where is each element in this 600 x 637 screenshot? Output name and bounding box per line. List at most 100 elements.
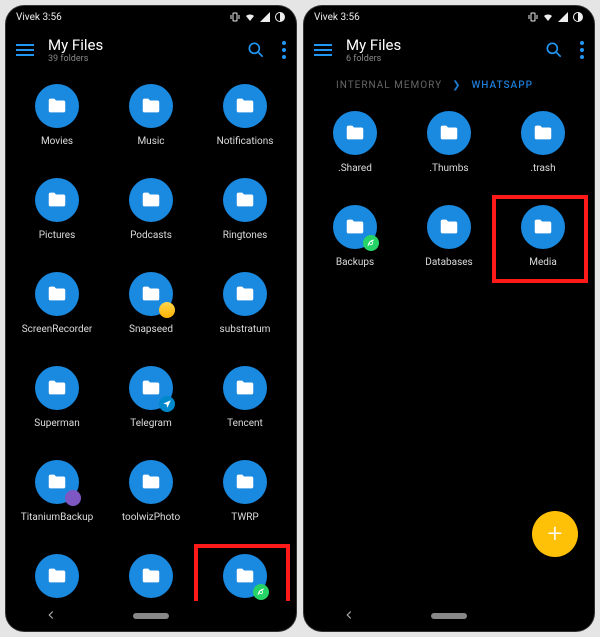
- folder-label: Backups: [336, 257, 374, 268]
- folder-icon: [223, 460, 267, 504]
- folder-icon: [223, 178, 267, 222]
- folder-label: toolwizPhoto: [122, 512, 180, 523]
- vibrate-icon: [527, 11, 539, 23]
- breadcrumb: INTERNAL MEMORY ❯ WHATSAPP: [304, 72, 594, 99]
- folder-item[interactable]: Media: [496, 199, 590, 289]
- folder-icon: [35, 178, 79, 222]
- folder-item[interactable]: Backups: [308, 199, 402, 289]
- folder-icon: [35, 366, 79, 410]
- folder-label: Tencent: [227, 418, 263, 429]
- folder-label: Ringtones: [223, 230, 268, 241]
- folder-item[interactable]: Snapseed: [104, 266, 198, 356]
- folder-item[interactable]: Tencent: [198, 360, 292, 450]
- folder-item[interactable]: .Thumbs: [402, 105, 496, 195]
- more-icon[interactable]: [282, 41, 286, 59]
- status-user: Vivek: [314, 12, 338, 23]
- content-left: Movies Music Notifications Pictures Podcasts…: [6, 72, 296, 601]
- blue-badge-icon: [159, 396, 175, 412]
- folder-label: substratum: [220, 324, 271, 335]
- folder-label: ScreenRecorder: [22, 324, 93, 335]
- app-subtitle: 39 folders: [48, 54, 246, 64]
- green-badge-icon: [253, 584, 269, 600]
- folder-icon: [223, 84, 267, 128]
- menu-icon[interactable]: [16, 44, 36, 56]
- folder-icon: [129, 366, 173, 410]
- folder-icon: [35, 84, 79, 128]
- breadcrumb-current: WHATSAPP: [471, 80, 532, 91]
- folder-label: .Shared: [338, 163, 372, 174]
- folder-icon: [129, 554, 173, 598]
- back-icon[interactable]: [44, 607, 58, 626]
- folder-icon: [223, 366, 267, 410]
- wifi-icon: [244, 11, 256, 23]
- folder-icon: [129, 272, 173, 316]
- folder-icon: [427, 111, 471, 155]
- home-pill[interactable]: [431, 613, 467, 619]
- folder-item[interactable]: .Shared: [308, 105, 402, 195]
- folder-item[interactable]: Movies: [10, 78, 104, 168]
- folder-icon: [129, 84, 173, 128]
- more-icon[interactable]: [580, 41, 584, 59]
- signal-icon: [557, 11, 569, 23]
- search-icon[interactable]: [544, 40, 564, 60]
- content-right: .Shared .Thumbs .trash Backups Databases Medi…: [304, 99, 594, 601]
- folder-item[interactable]: ViPER4Android: [10, 548, 104, 601]
- folder-icon: [35, 554, 79, 598]
- folder-label: Telegram: [130, 418, 172, 429]
- folder-label: Podcasts: [130, 230, 172, 241]
- phone-left: Vivek 3:56 My Files 39 folders Movies Mus…: [6, 6, 296, 631]
- folder-item[interactable]: Notifications: [198, 78, 292, 168]
- folder-label: Snapseed: [129, 324, 173, 335]
- folder-icon: [223, 272, 267, 316]
- status-icons: [229, 11, 286, 23]
- app-title: My Files: [48, 36, 246, 54]
- home-pill[interactable]: [133, 613, 169, 619]
- folder-icon: [427, 205, 471, 249]
- status-icons: [527, 11, 584, 23]
- folder-item[interactable]: TWRP: [198, 454, 292, 544]
- folder-icon: [35, 460, 79, 504]
- status-bar: Vivek 3:56: [304, 6, 594, 28]
- folder-label: .trash: [530, 163, 555, 174]
- app-title: My Files: [346, 36, 544, 54]
- folder-item[interactable]: Wallz: [104, 548, 198, 601]
- nav-bar: [6, 601, 296, 631]
- folder-item[interactable]: substratum: [198, 266, 292, 356]
- phone-right: Vivek 3:56 My Files 6 folders INTERNAL M…: [304, 6, 594, 631]
- status-bar: Vivek 3:56: [6, 6, 296, 28]
- folder-item[interactable]: TitaniumBackup: [10, 454, 104, 544]
- app-bar: My Files 6 folders: [304, 28, 594, 72]
- folder-item[interactable]: Databases: [402, 199, 496, 289]
- purple-badge-icon: [65, 490, 81, 506]
- folder-icon: [333, 205, 377, 249]
- folder-item[interactable]: WhatsApp: [198, 548, 292, 601]
- folder-icon: [129, 460, 173, 504]
- folder-item[interactable]: Pictures: [10, 172, 104, 262]
- battery-icon: [572, 11, 584, 23]
- signal-icon: [259, 11, 271, 23]
- folder-item[interactable]: Music: [104, 78, 198, 168]
- app-bar: My Files 39 folders: [6, 28, 296, 72]
- folder-icon: [521, 111, 565, 155]
- folder-label: TitaniumBackup: [21, 512, 93, 523]
- yellow-badge-icon: [159, 302, 175, 318]
- folder-icon: [35, 272, 79, 316]
- folder-label: Notifications: [217, 136, 274, 147]
- back-icon[interactable]: [342, 607, 356, 626]
- folder-label: Movies: [41, 136, 73, 147]
- folder-item[interactable]: Telegram: [104, 360, 198, 450]
- folder-item[interactable]: .trash: [496, 105, 590, 195]
- folder-item[interactable]: ScreenRecorder: [10, 266, 104, 356]
- folder-icon: [223, 554, 267, 598]
- folder-item[interactable]: Podcasts: [104, 172, 198, 262]
- folder-item[interactable]: Ringtones: [198, 172, 292, 262]
- folder-item[interactable]: Superman: [10, 360, 104, 450]
- folder-item[interactable]: toolwizPhoto: [104, 454, 198, 544]
- fab-add-button[interactable]: +: [532, 511, 578, 557]
- menu-icon[interactable]: [314, 44, 334, 56]
- folder-label: Media: [529, 257, 557, 268]
- folder-label: Music: [137, 136, 164, 147]
- battery-icon: [274, 11, 286, 23]
- search-icon[interactable]: [246, 40, 266, 60]
- breadcrumb-parent[interactable]: INTERNAL MEMORY: [336, 80, 442, 91]
